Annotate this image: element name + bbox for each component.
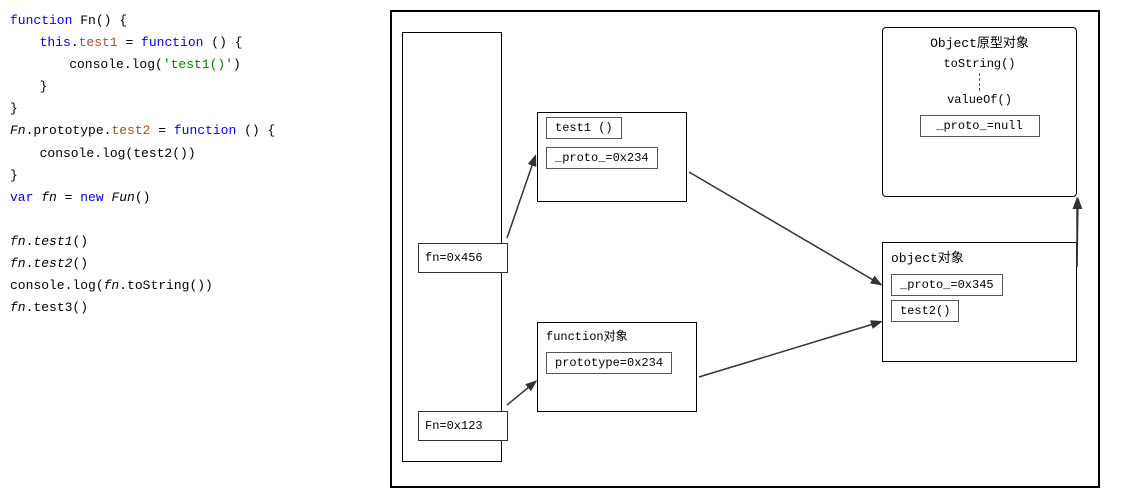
null-cell: _proto_=null [920,115,1040,137]
func-obj-cell: prototype=0x234 [546,352,688,374]
code-line-8: } [10,165,370,187]
prototype-cell: prototype=0x234 [546,352,672,374]
func-obj-title: function对象 [538,323,696,348]
instance-box: test1 () _proto_=0x234 [537,112,687,202]
diagram-panel: fn=0x456 Fn=0x123 test1 () _proto_=0x234… [390,10,1117,490]
obj-instance-title: object对象 [883,243,1076,270]
tostring-row: toString() [883,55,1076,73]
fn-box: fn=0x456 [418,243,508,273]
dashed-line-1 [979,73,980,91]
obj-inner-cell1: _proto_=0x345 [891,274,1068,296]
code-line-14: fn.test3() [10,297,370,319]
obj-proto-title: Object原型对象 [883,28,1076,55]
instance-row1: test1 () [538,113,686,143]
Fn-label: Fn=0x123 [425,419,483,433]
code-line-11: fn.test1() [10,231,370,253]
code-line-blank [10,209,370,231]
test2-cell: test2() [891,300,959,322]
valueof-row: valueOf() [883,91,1076,109]
Fn-box: Fn=0x123 [418,411,508,441]
left-tall-box: fn=0x456 Fn=0x123 [402,32,502,462]
code-line-5: } [10,98,370,120]
code-line-7: console.log(test2()) [10,143,370,165]
code-line-13: console.log(fn.toString()) [10,275,370,297]
proto345-cell: _proto_=0x345 [891,274,1003,296]
code-panel: function Fn() { this.test1 = function ()… [10,10,370,319]
outer-box: fn=0x456 Fn=0x123 test1 () _proto_=0x234… [390,10,1100,488]
code-line-4: } [10,76,370,98]
code-line-6: Fn.prototype.test2 = function () { [10,120,370,142]
code-line-1: function Fn() { [10,10,370,32]
test1-cell: test1 () [546,117,622,139]
obj-inner-cell2: test2() [891,300,1068,322]
obj-proto-box: Object原型对象 toString() valueOf() _proto_=… [882,27,1077,197]
func-obj-box: function对象 prototype=0x234 [537,322,697,412]
code-line-2: this.test1 = function () { [10,32,370,54]
code-line-12: fn.test2() [10,253,370,275]
keyword-this: this [24,35,71,50]
keyword-function: function [10,13,72,28]
instance-row2: _proto_=0x234 [538,143,686,173]
obj-instance-box: object对象 _proto_=0x345 test2() [882,242,1077,362]
code-line-9: var fn = new Fun() [10,187,370,209]
code-line-3: console.log('test1()') [10,54,370,76]
fn-label: fn=0x456 [425,251,483,265]
proto-cell: _proto_=0x234 [546,147,658,169]
